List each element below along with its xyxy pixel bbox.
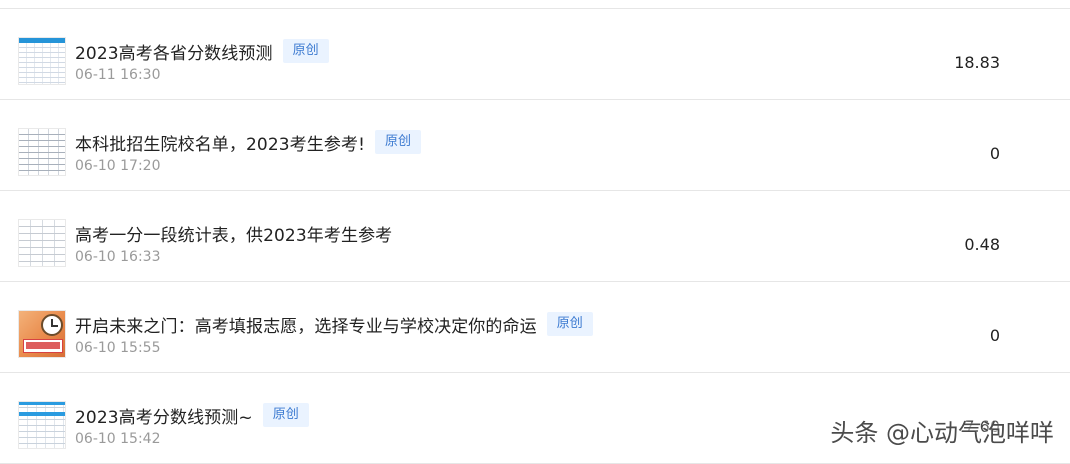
original-badge: 原创 [262, 403, 309, 427]
item-title-line[interactable]: 本科批招生院校名单，2023考生参考! 原创 [75, 130, 421, 155]
clock-thumbnail-icon[interactable] [18, 310, 66, 358]
item-metric: 18.83 [954, 53, 1000, 72]
list-item[interactable]: 2023高考各省分数线预测 原创 06-11 16:30 18.83 [0, 9, 1070, 100]
list-item[interactable]: 本科批招生院校名单，2023考生参考! 原创 06-10 17:20 0 [0, 100, 1070, 191]
original-badge: 原创 [546, 312, 593, 336]
document-thumbnail-icon[interactable] [18, 128, 66, 176]
item-timestamp: 06-10 17:20 [75, 158, 161, 174]
list-item[interactable]: 2023高考分数线预测~ 原创 06-10 15:42 7.60 [0, 373, 1070, 464]
item-metric: 0 [989, 326, 1000, 345]
item-metric: 0.48 [964, 235, 1000, 254]
table-thumbnail-icon[interactable] [18, 37, 66, 85]
item-title-line[interactable]: 2023高考分数线预测~ 原创 [75, 403, 309, 428]
item-timestamp: 06-10 15:55 [75, 340, 161, 356]
item-title[interactable]: 本科批招生院校名单，2023考生参考! [75, 130, 365, 155]
item-title-line[interactable]: 开启未来之门：高考填报志愿，选择专业与学校决定你的命运 原创 [75, 312, 593, 337]
item-metric: 7.60 [964, 417, 1000, 436]
card-icon [23, 339, 63, 353]
item-title[interactable]: 2023高考分数线预测~ [75, 403, 253, 428]
item-title[interactable]: 2023高考各省分数线预测 [75, 39, 273, 64]
article-list: 2023高考各省分数线预测 原创 06-11 16:30 18.83 本科批招生… [0, 0, 1070, 464]
item-timestamp: 06-10 15:42 [75, 431, 161, 447]
table-thumbnail-icon[interactable] [18, 401, 66, 449]
original-badge: 原创 [282, 39, 329, 63]
item-timestamp: 06-10 16:33 [75, 249, 161, 265]
original-badge: 原创 [374, 130, 421, 154]
list-item[interactable]: 开启未来之门：高考填报志愿，选择专业与学校决定你的命运 原创 06-10 15:… [0, 282, 1070, 373]
grid-thumbnail-icon[interactable] [18, 219, 66, 267]
item-title[interactable]: 开启未来之门：高考填报志愿，选择专业与学校决定你的命运 [75, 312, 537, 337]
item-title-line[interactable]: 高考一分一段统计表，供2023年考生参考 [75, 221, 392, 246]
item-timestamp: 06-11 16:30 [75, 67, 161, 83]
item-metric: 0 [989, 144, 1000, 163]
list-item[interactable]: 高考一分一段统计表，供2023年考生参考 06-10 16:33 0.48 [0, 191, 1070, 282]
item-title-line[interactable]: 2023高考各省分数线预测 原创 [75, 39, 329, 64]
item-title[interactable]: 高考一分一段统计表，供2023年考生参考 [75, 221, 392, 246]
